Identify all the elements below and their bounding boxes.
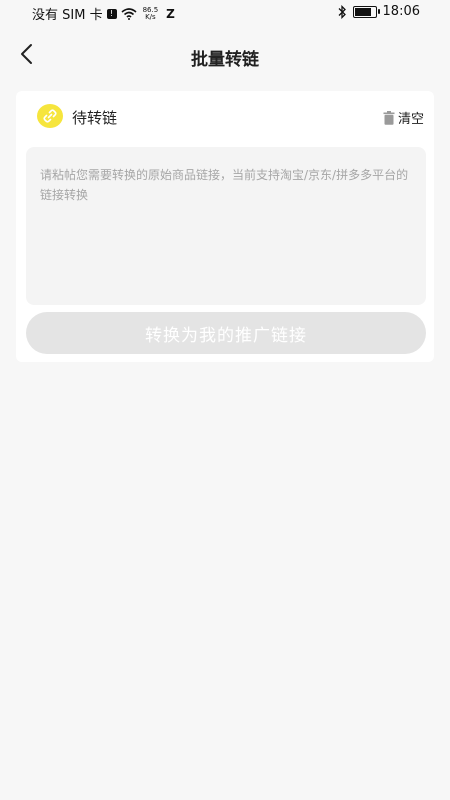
wifi-icon: [121, 7, 137, 20]
link-icon: [37, 104, 63, 128]
batch-convert-card: 待转链 清空 转换为我的推广链接: [16, 91, 434, 362]
sim-alert-icon: !: [106, 8, 117, 19]
clock: 18:06: [382, 4, 420, 19]
link-input[interactable]: [26, 147, 426, 305]
bluetooth-icon: [338, 4, 346, 19]
card-title: 待转链: [72, 109, 118, 127]
net-speed: 86.5 K/s: [143, 6, 159, 21]
status-right: 18:06: [337, 4, 420, 19]
net-speed-unit: K/s: [145, 12, 156, 21]
battery-icon: [352, 5, 380, 18]
clear-label: 清空: [397, 112, 424, 127]
nav-bar: 批量转链: [0, 34, 450, 78]
app-logo-icon: Z: [166, 6, 175, 21]
card-header: 待转链 清空: [16, 91, 434, 141]
page-title: 批量转链: [191, 50, 259, 70]
status-bar: 没有 SIM 卡 ! 86.5 K/s Z 18:06: [0, 0, 450, 26]
status-left: 没有 SIM 卡 ! 86.5 K/s Z: [32, 4, 175, 23]
clear-button[interactable]: 清空: [383, 108, 424, 127]
carrier-text: 没有 SIM 卡: [32, 8, 103, 23]
convert-button[interactable]: 转换为我的推广链接: [26, 312, 426, 354]
trash-icon: [383, 110, 395, 125]
